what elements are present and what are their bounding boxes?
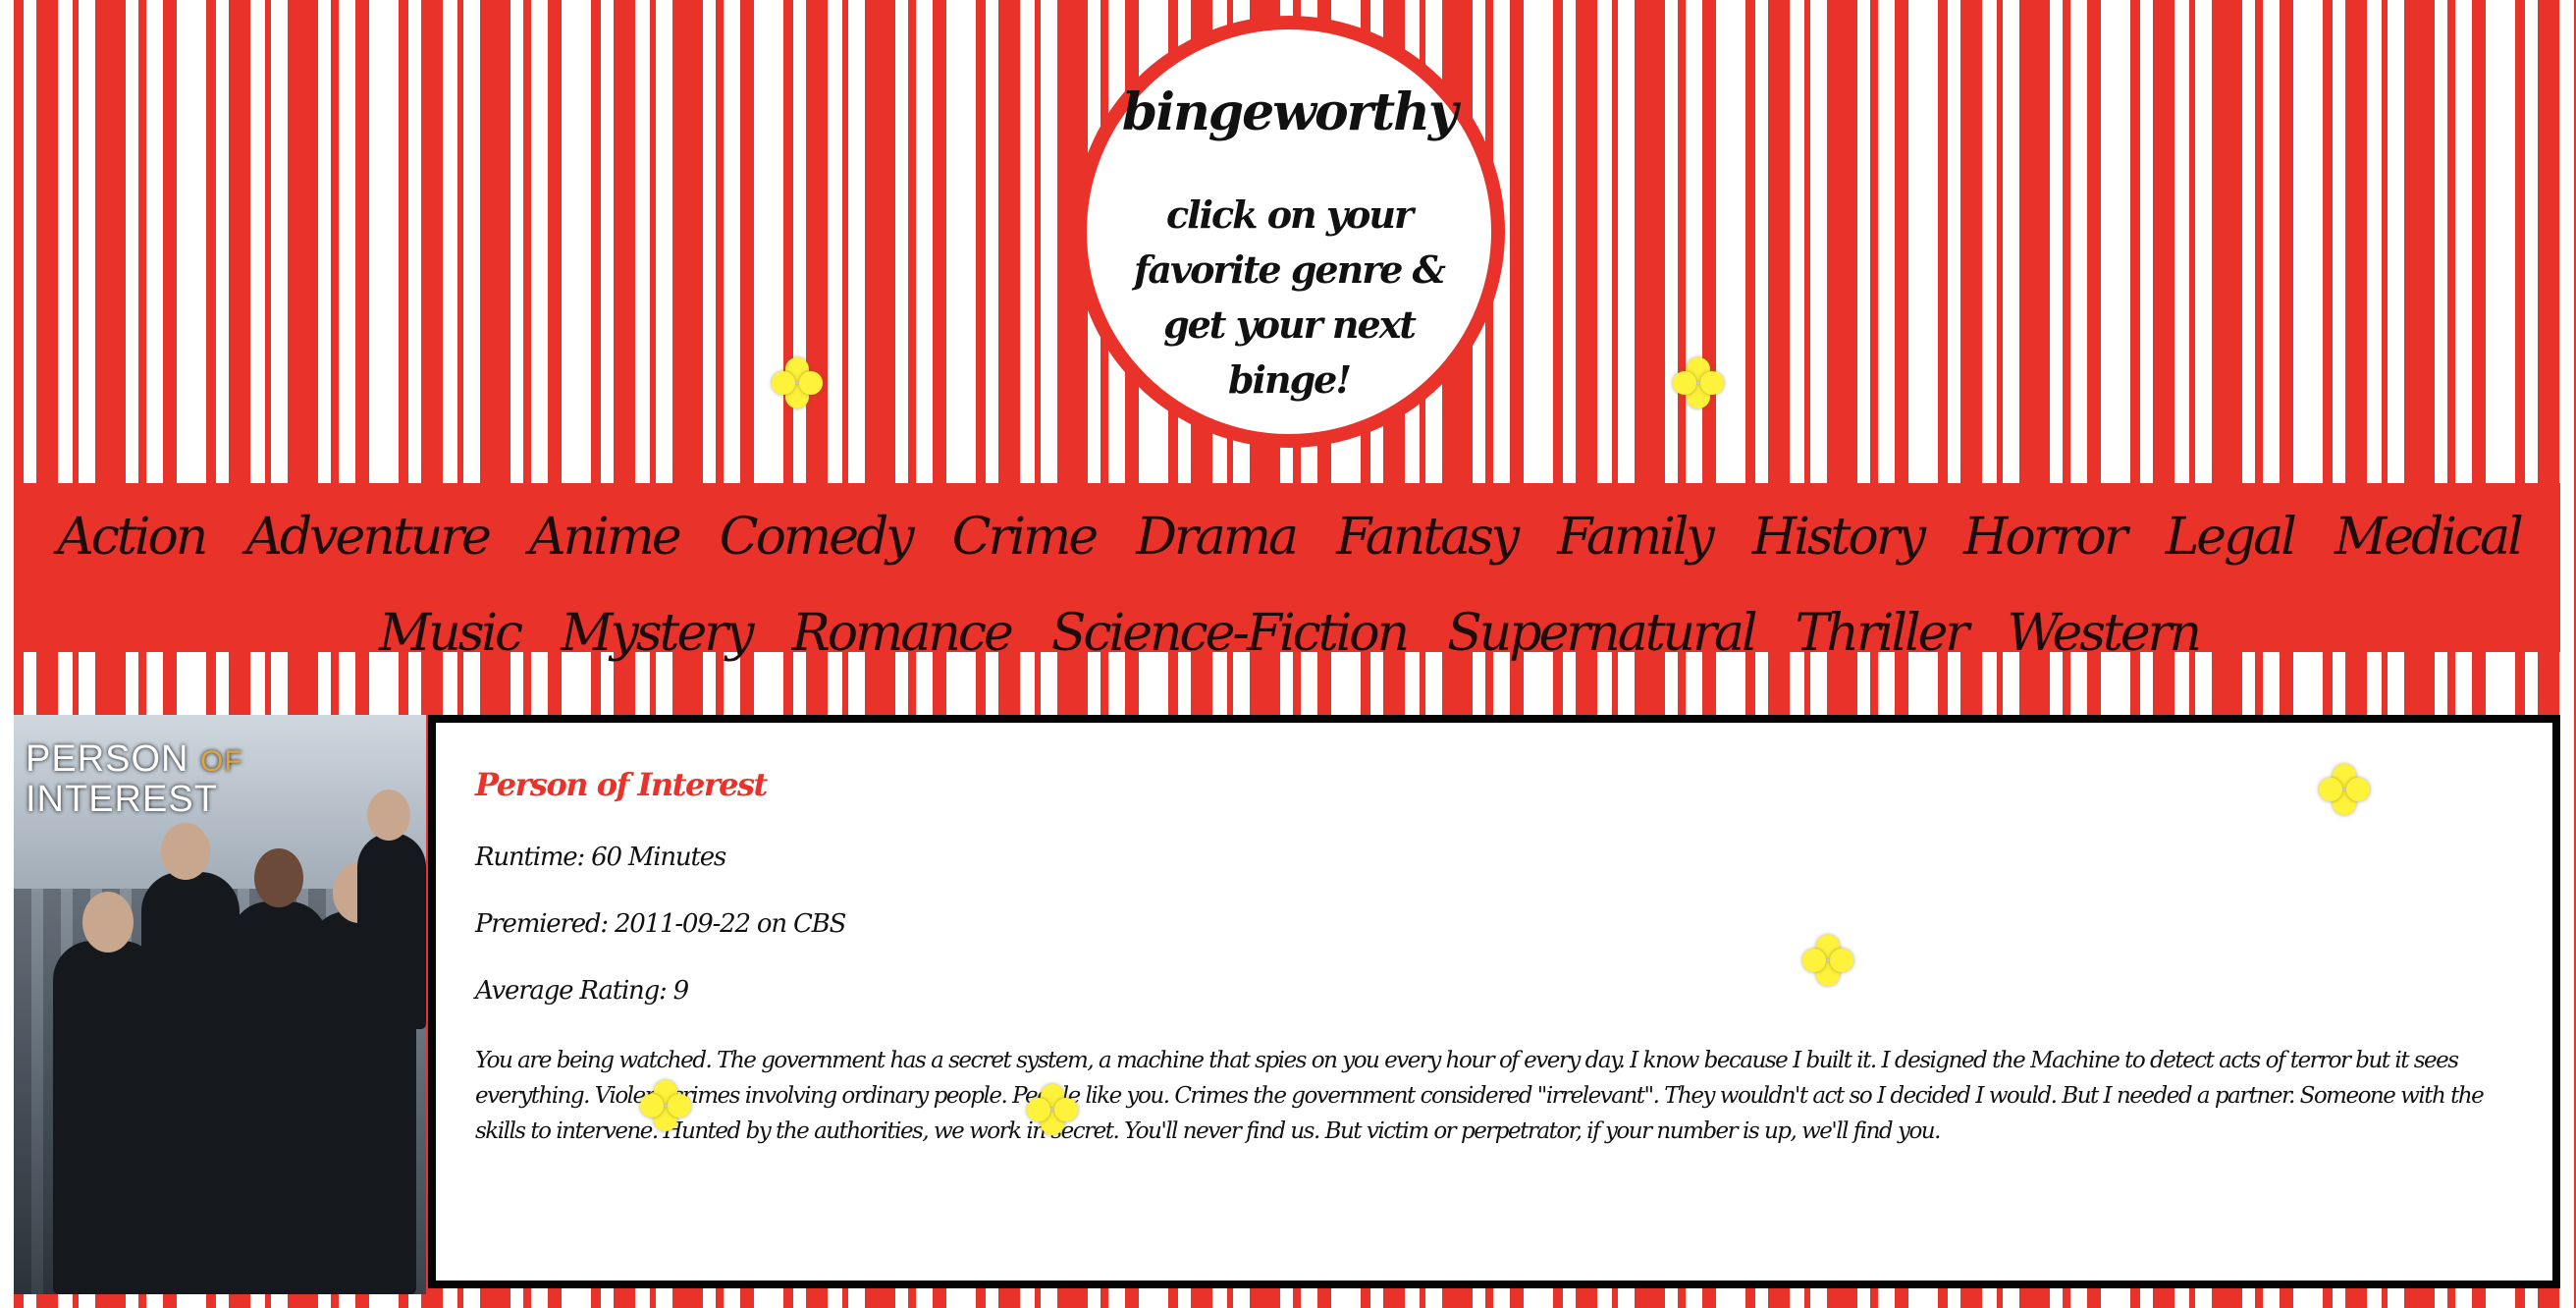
site-title: bingeworthy	[1121, 82, 1458, 142]
genre-link-drama[interactable]: Drama	[1136, 495, 1299, 579]
genre-link-western[interactable]: Western	[2007, 591, 2202, 676]
tagline: click on your favorite genre & get your …	[1134, 192, 1446, 402]
genre-link-science-fiction[interactable]: Science-Fiction	[1051, 591, 1410, 676]
genre-link-music[interactable]: Music	[379, 591, 523, 676]
genre-link-mystery[interactable]: Mystery	[561, 591, 754, 676]
show-rating: Average Rating: 9	[475, 976, 689, 1006]
genre-link-family[interactable]: Family	[1557, 495, 1714, 579]
sparkle-icon	[1673, 357, 1724, 409]
genre-link-fantasy[interactable]: Fantasy	[1336, 495, 1520, 579]
poster-figure	[141, 872, 240, 1294]
poster-face	[82, 892, 134, 953]
genre-link-medical[interactable]: Medical	[2334, 495, 2524, 579]
poster-figure	[357, 833, 426, 1029]
show-poster: PERSON OF INTEREST	[14, 715, 426, 1294]
sparkle-icon	[1802, 935, 1853, 986]
show-premiered: Premiered: 2011-09-22 on CBS	[475, 909, 846, 939]
genre-link-history[interactable]: History	[1752, 495, 1926, 579]
show-summary: You are being watched. The government ha…	[475, 1048, 2485, 1144]
genre-link-horror[interactable]: Horror	[1963, 495, 2128, 579]
poster-face	[254, 848, 303, 907]
genre-nav: Action Adventure Anime Comedy Crime Dram…	[18, 483, 2560, 663]
genre-link-romance[interactable]: Romance	[792, 591, 1014, 676]
show-name: Person of Interest	[475, 766, 768, 803]
poster-title-word-3: INTEREST	[26, 779, 218, 820]
genre-link-thriller[interactable]: Thriller	[1796, 591, 1970, 676]
poster-title-word-2: OF	[200, 745, 243, 778]
genre-link-supernatural[interactable]: Supernatural	[1447, 591, 1757, 676]
poster-face	[367, 790, 410, 841]
genre-link-crime[interactable]: Crime	[952, 495, 1099, 579]
genre-link-legal[interactable]: Legal	[2166, 495, 2297, 579]
genre-link-action[interactable]: Action	[57, 495, 208, 579]
show-detail-panel: Person of Interest Runtime: 60 Minutes P…	[428, 715, 2560, 1288]
sparkle-icon	[772, 357, 823, 409]
logo-circle: bingeworthy click on your favorite genre…	[1073, 16, 1505, 448]
show-runtime: Runtime: 60 Minutes	[475, 843, 726, 872]
poster-face	[161, 823, 210, 880]
genre-link-adventure[interactable]: Adventure	[245, 495, 491, 579]
poster-title: PERSON OF INTEREST	[26, 740, 418, 818]
poster-title-word-1: PERSON	[26, 738, 189, 780]
sparkle-icon	[640, 1080, 691, 1131]
genre-link-comedy[interactable]: Comedy	[720, 495, 915, 579]
sparkle-icon	[1027, 1084, 1078, 1135]
genre-link-anime[interactable]: Anime	[529, 495, 682, 579]
sparkle-icon	[2319, 764, 2370, 815]
